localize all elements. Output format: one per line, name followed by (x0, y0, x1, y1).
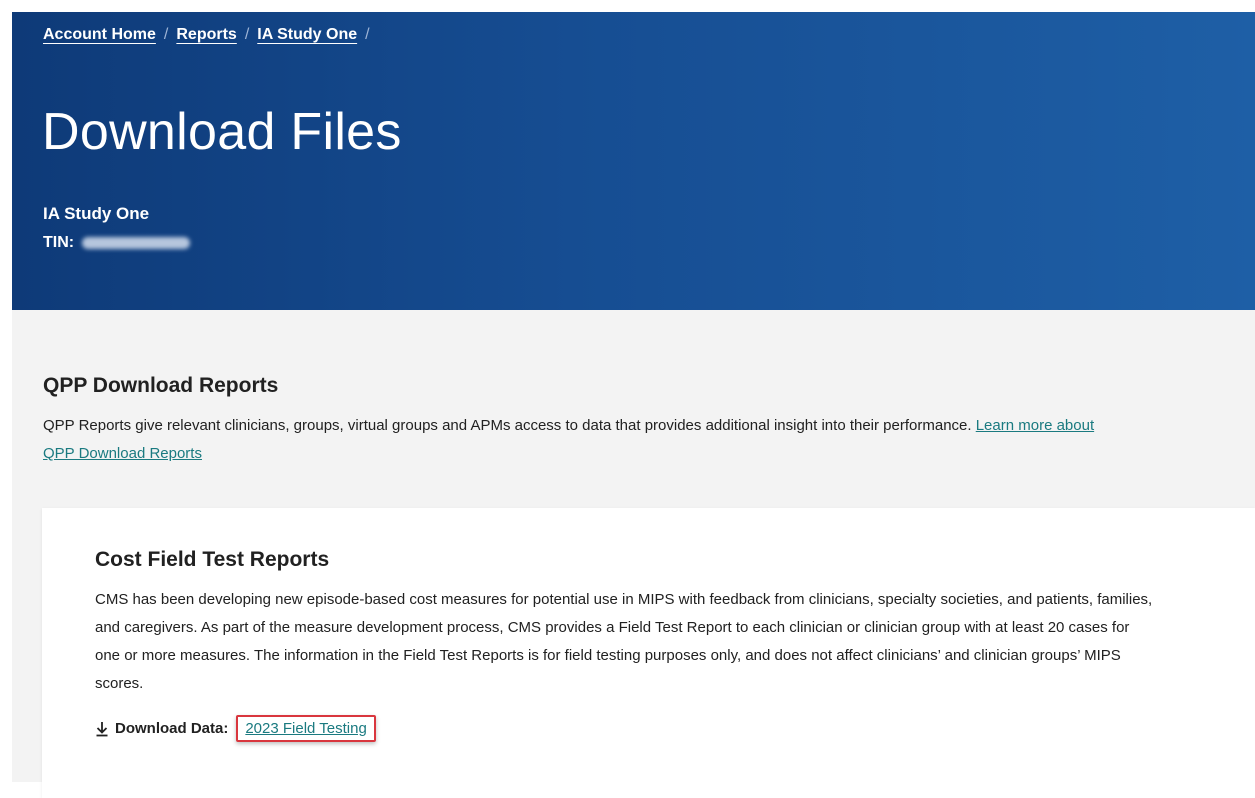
download-link-highlight: 2023 Field Testing (236, 715, 376, 742)
breadcrumb-account-home[interactable]: Account Home (43, 26, 156, 44)
card-title: Cost Field Test Reports (95, 548, 330, 571)
main-content: QPP Download Reports QPP Reports give re… (12, 310, 1255, 798)
breadcrumb: Account Home / Reports / IA Study One / (43, 26, 378, 44)
breadcrumb-reports[interactable]: Reports (176, 26, 236, 44)
tin-label: TIN: (43, 234, 75, 251)
section-title: QPP Download Reports (43, 374, 279, 397)
tin-row: TIN: (43, 234, 191, 252)
download-data-label: Download Data: (115, 720, 229, 737)
download-arrow-icon (95, 721, 109, 737)
download-row: Download Data: 2023 Field Testing (95, 715, 376, 742)
breadcrumb-separator: / (365, 26, 370, 43)
section-description: QPP Reports give relevant clinicians, gr… (43, 412, 1103, 468)
page-title: Download Files (42, 103, 402, 161)
breadcrumb-ia-study-one[interactable]: IA Study One (257, 26, 357, 44)
card-description: CMS has been developing new episode-base… (95, 591, 1153, 692)
tin-value-redacted (82, 237, 191, 249)
download-2023-field-testing-link[interactable]: 2023 Field Testing (245, 720, 366, 737)
breadcrumb-separator: / (244, 26, 250, 43)
cost-field-test-card: Cost Field Test Reports CMS has been dev… (42, 508, 1255, 798)
organization-name: IA Study One (43, 204, 150, 223)
page-header: Account Home / Reports / IA Study One / … (12, 12, 1255, 310)
section-description-text: QPP Reports give relevant clinicians, gr… (43, 417, 976, 434)
breadcrumb-separator: / (163, 26, 169, 43)
